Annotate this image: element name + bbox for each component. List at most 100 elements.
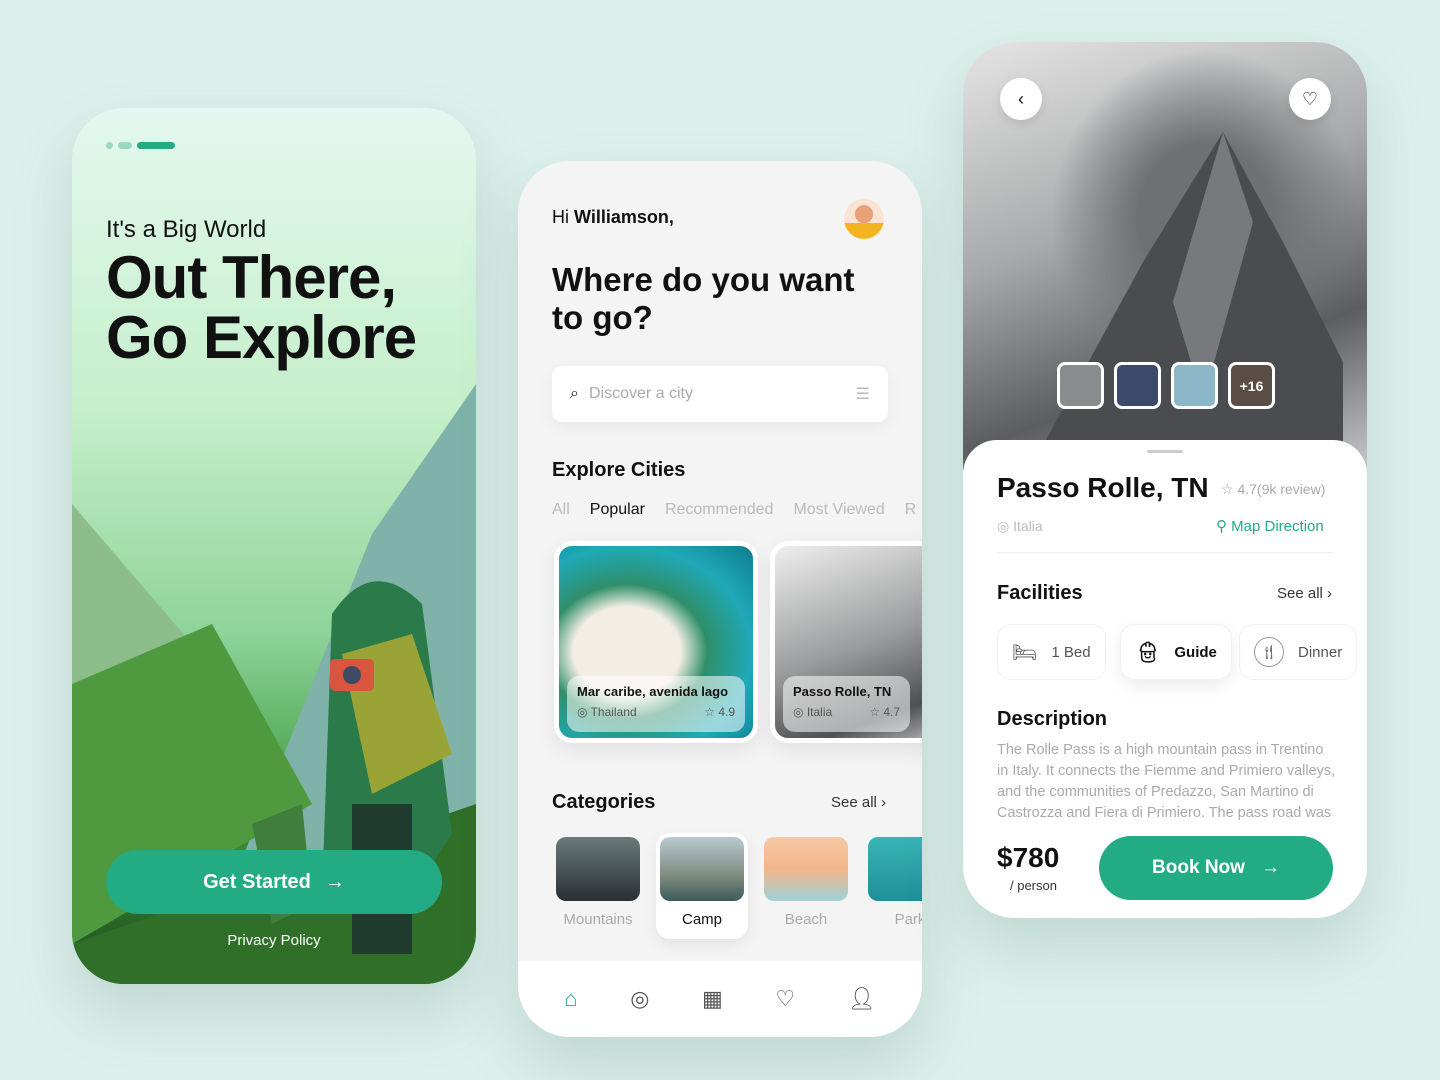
headline: Out There, Go Explore [106, 244, 417, 371]
bed-icon: 🛏︎ [1012, 641, 1038, 664]
city-location: ◎ Thailand [577, 705, 637, 719]
onboarding-screen: It's a Big World Out There, Go Explore Ge… [72, 108, 476, 984]
heart-icon[interactable]: ♡ [775, 986, 795, 1012]
pin-icon: ⚲ [1216, 518, 1227, 535]
page-indicator [106, 142, 175, 149]
tab-more[interactable]: R [905, 501, 917, 519]
category-mountains[interactable]: Mountains [552, 833, 644, 939]
pin-icon: ◎ [997, 518, 1010, 534]
favorite-button[interactable]: ♡ [1289, 78, 1331, 120]
category-label: Camp [681, 911, 722, 928]
heart-icon: ♡ [1301, 88, 1319, 109]
search-input[interactable]: ⌕ Discover a city ☰ [552, 366, 888, 422]
user-icon[interactable]: 👤︎ [848, 986, 876, 1012]
destination-title: Passo Rolle, TN [997, 472, 1209, 503]
arrow-right-icon: → [1260, 857, 1280, 878]
location: ◎ Italia [997, 518, 1043, 535]
tab-recommended[interactable]: Recommended [665, 501, 774, 519]
see-all-label: See all [831, 794, 877, 811]
headline-line: Out There, [106, 244, 397, 311]
arrow-right-icon: → [324, 870, 345, 893]
back-button[interactable]: ‹ [1000, 78, 1042, 120]
photo-thumbnails: +16 [1057, 362, 1275, 409]
city-location: ◎ Italia [793, 705, 833, 719]
price-unit: / person [1010, 878, 1057, 893]
description-title: Description [997, 708, 1108, 730]
greeting: Hi Williamson, [552, 207, 674, 228]
page-title: Where do you want to go? [552, 261, 855, 336]
see-all-link[interactable]: See all › [1277, 585, 1332, 602]
tab-popular[interactable]: Popular [590, 501, 645, 519]
category-label: Mountains [563, 911, 633, 928]
user-name: Williamson, [574, 207, 674, 227]
bottom-nav: ⌂ ◎ ▦ ♡ 👤︎ [518, 961, 922, 1037]
city-info: Mar caribe, avenida lago ◎ Thailand ☆ 4.9 [567, 676, 745, 732]
price: $780 [997, 842, 1060, 873]
detail-screen: ‹ ♡ +16 Passo Rolle, TN ☆ 4.7(9k review)… [963, 42, 1367, 918]
city-card[interactable]: Passo Rolle, TN ◎ Italia ☆ 4.7 [770, 541, 922, 743]
thumbnail-more[interactable]: +16 [1228, 362, 1275, 409]
mountain-photo [1023, 132, 1343, 482]
divider [997, 552, 1333, 553]
headline-line: Go Explore [106, 304, 417, 371]
home-screen: Hi Williamson, Where do you want to go? … [518, 161, 922, 1037]
city-location-text: Italia [806, 705, 833, 719]
city-rating: ☆ 4.9 [704, 705, 735, 719]
book-now-button[interactable]: Book Now → [1099, 836, 1333, 900]
eyebrow: It's a Big World [106, 216, 267, 243]
category-label: Beach [784, 911, 828, 928]
category-park[interactable]: Park [864, 833, 922, 939]
get-started-label: Get Started [203, 870, 311, 893]
city-name: Passo Rolle, TN [793, 684, 892, 699]
filter-icon[interactable]: ☰ [856, 384, 870, 404]
city-rating: ☆ 4.7 [869, 705, 900, 719]
privacy-policy-link[interactable]: Privacy Policy [72, 932, 476, 949]
category-label: Park [894, 911, 922, 928]
category-beach[interactable]: Beach [760, 833, 852, 939]
facility-label: 1 Bed [1051, 643, 1091, 661]
city-tabs: All Popular Recommended Most Viewed R [552, 501, 916, 519]
category-camp[interactable]: Camp [656, 833, 748, 939]
facility-dinner[interactable]: 🍴︎ Dinner [1239, 624, 1358, 680]
book-now-label: Book Now [1152, 857, 1245, 878]
categories-title: Categories [552, 791, 656, 813]
city-card[interactable]: Mar caribe, avenida lago ◎ Thailand ☆ 4.9 [554, 541, 758, 743]
tab-most-viewed[interactable]: Most Viewed [793, 501, 884, 519]
detail-sheet: Passo Rolle, TN ☆ 4.7(9k review) ◎ Itali… [963, 440, 1367, 918]
thumbnail[interactable] [1114, 362, 1161, 409]
thumbnail[interactable] [1057, 362, 1104, 409]
city-rating-value: 4.7 [883, 705, 900, 719]
city-rating-value: 4.9 [718, 705, 735, 719]
get-started-button[interactable]: Get Started → [106, 850, 442, 914]
location-text: Italia [1013, 518, 1043, 534]
city-location-text: Thailand [590, 705, 637, 719]
home-icon[interactable]: ⌂ [564, 986, 577, 1012]
facility-bed[interactable]: 🛏︎ 1 Bed [997, 624, 1106, 680]
tab-all[interactable]: All [552, 501, 570, 519]
explore-title: Explore Cities [552, 459, 686, 481]
guide-icon: 👷︎ [1135, 641, 1161, 664]
facilities-title: Facilities [997, 582, 1083, 604]
rating: ☆ 4.7(9k review) [1221, 481, 1326, 497]
avatar[interactable] [844, 199, 884, 239]
grid-icon[interactable]: ▦ [702, 986, 723, 1012]
map-direction-label: Map Direction [1231, 518, 1324, 535]
chevron-left-icon: ‹ [1018, 88, 1024, 109]
rating-text: 4.7(9k review) [1237, 481, 1326, 497]
drag-handle[interactable] [1147, 450, 1183, 453]
facility-label: Dinner [1298, 643, 1343, 661]
search-icon: ⌕ [570, 385, 579, 402]
thumbnail[interactable] [1171, 362, 1218, 409]
city-info: Passo Rolle, TN ◎ Italia ☆ 4.7 [783, 676, 910, 732]
description-text: The Rolle Pass is a high mountain pass i… [997, 742, 1336, 820]
compass-icon[interactable]: ◎ [630, 986, 649, 1012]
facility-guide[interactable]: 👷︎ Guide [1120, 624, 1232, 680]
city-name: Mar caribe, avenida lago [577, 684, 729, 699]
dinner-icon: 🍴︎ [1254, 637, 1284, 667]
see-all-label: See all [1277, 585, 1323, 602]
see-all-link[interactable]: See all › [831, 794, 886, 811]
search-placeholder: Discover a city [588, 385, 693, 402]
map-direction-link[interactable]: ⚲ Map Direction [1216, 517, 1324, 535]
greeting-text: Hi [552, 207, 569, 227]
facility-label: Guide [1174, 643, 1217, 661]
